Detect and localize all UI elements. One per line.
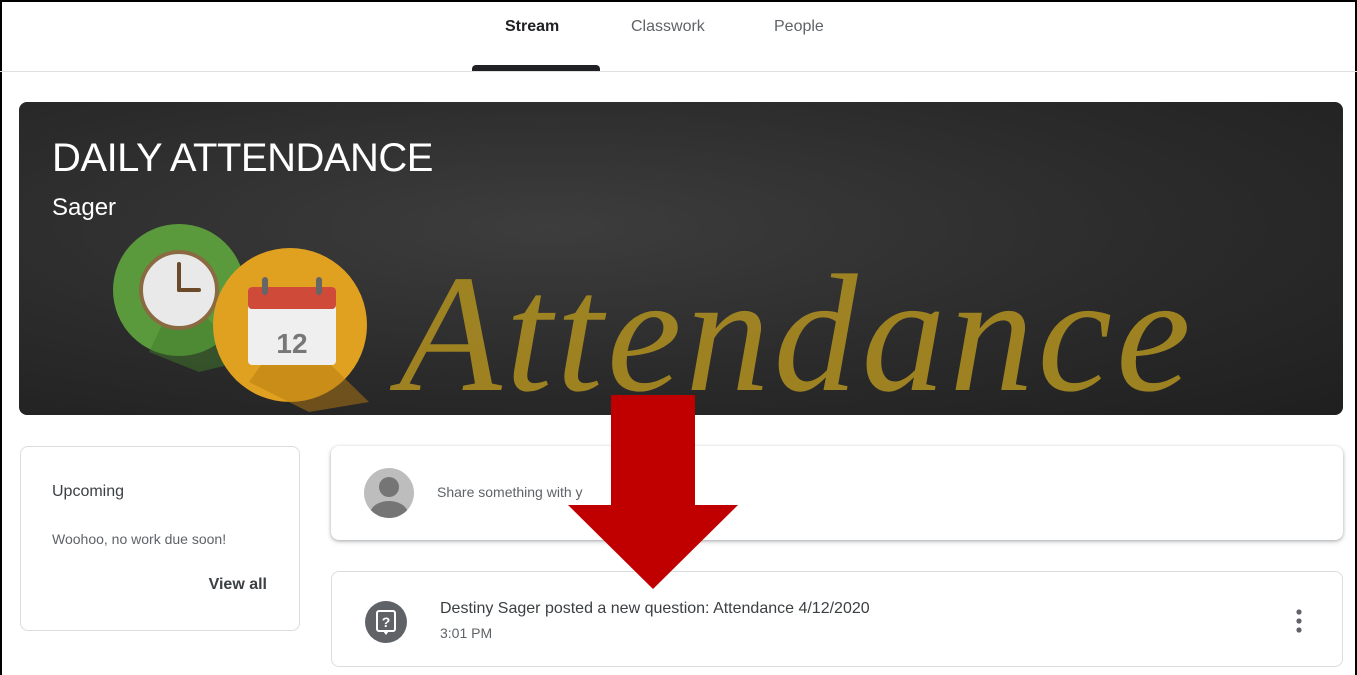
tab-stream[interactable]: Stream <box>505 18 559 36</box>
class-title: DAILY ATTENDANCE <box>52 136 433 180</box>
tab-people[interactable]: People <box>774 18 824 36</box>
class-section: Sager <box>52 194 117 221</box>
upcoming-empty-message: Woohoo, no work due soon! <box>52 531 227 547</box>
post-timestamp: 3:01 PM <box>440 625 493 641</box>
upcoming-card: Upcoming Woohoo, no work due soon! View … <box>20 446 300 631</box>
user-avatar-icon <box>370 477 408 518</box>
svg-text:?: ? <box>382 614 391 630</box>
view-all-link[interactable]: View all <box>209 576 267 594</box>
upcoming-title: Upcoming <box>52 483 125 500</box>
calendar-icon: 12 <box>213 248 369 412</box>
more-vert-icon[interactable] <box>1295 607 1303 635</box>
share-input-placeholder[interactable]: Share something with y <box>437 484 583 500</box>
class-banner[interactable]: 12 Attendance DAILY ATTENDANCE Sager <box>19 102 1343 415</box>
share-with-class-box[interactable]: Share something with y <box>331 446 1343 540</box>
annotation-arrow-icon <box>568 395 738 589</box>
stream-post[interactable]: ? Destiny Sager posted a new question: A… <box>331 571 1343 667</box>
active-tab-indicator <box>472 65 600 71</box>
avatar <box>364 468 414 518</box>
question-icon: ? <box>365 601 407 643</box>
tab-classwork[interactable]: Classwork <box>631 18 705 36</box>
banner-art-text: Attendance <box>389 241 1195 415</box>
post-title[interactable]: Destiny Sager posted a new question: Att… <box>440 600 870 618</box>
class-tab-bar: Stream Classwork People <box>0 0 1357 72</box>
svg-text:12: 12 <box>276 328 307 359</box>
